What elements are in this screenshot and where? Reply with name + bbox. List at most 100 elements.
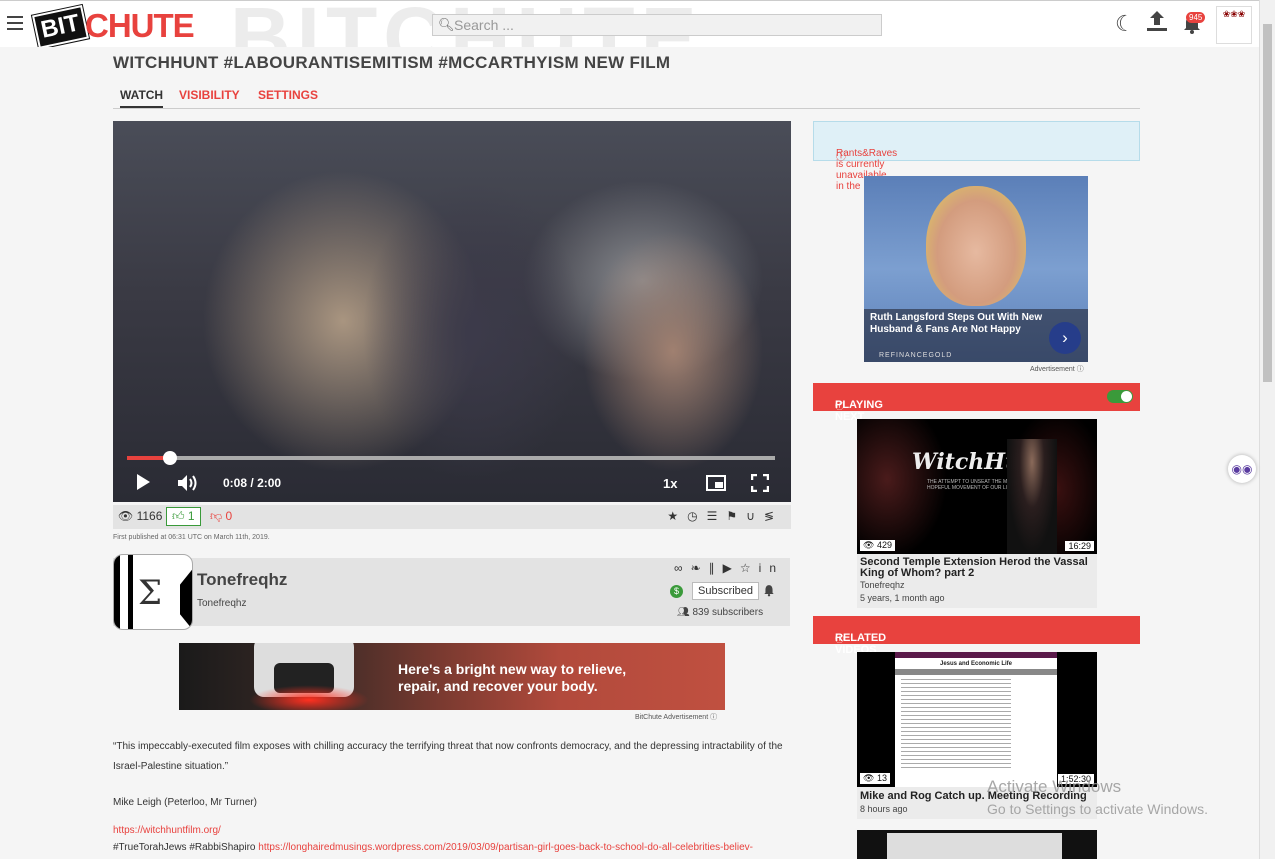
playing-next-card[interactable]: WitchHunt THE ATTEMPT TO UNSEAT THE MOST… bbox=[857, 419, 1097, 608]
link-icon[interactable]: ∞ bbox=[674, 561, 691, 575]
video-player[interactable]: 0:08 / 2:00 1x bbox=[113, 121, 791, 502]
ad-banner-text: Here's a bright new way to relieve, repa… bbox=[398, 661, 718, 695]
like-button[interactable]: 👍︎ 1 bbox=[166, 507, 201, 526]
playing-next-age: 5 years, 1 month ago bbox=[860, 593, 945, 603]
twitter-icon[interactable]: ❧ bbox=[691, 561, 709, 575]
channel-social-links: ∞❧∥▶☆in bbox=[674, 561, 784, 575]
related-video-card-next[interactable] bbox=[857, 830, 1097, 859]
top-navbar: BITCHUTE BIT CHUTE 🔍︎ Search ... ☾ 945 ❀… bbox=[0, 0, 1260, 47]
tab-watch[interactable]: WATCH bbox=[120, 88, 164, 108]
region-unavailable-alert: ⓘ Rants&Raves is currently unavailable i… bbox=[813, 121, 1140, 192]
channel-avatar-bar-mid bbox=[128, 555, 133, 629]
playing-next-channel[interactable]: Tonefreqhz bbox=[857, 579, 1097, 593]
eye-icon: 👁︎ bbox=[863, 540, 875, 550]
channel-avatar[interactable]: Σ bbox=[113, 554, 193, 630]
dark-mode-moon-icon[interactable]: ☾ bbox=[1115, 11, 1135, 37]
subscriber-count-value: 839 subscribers bbox=[692, 607, 764, 618]
youtube-icon[interactable]: ▶ bbox=[723, 561, 740, 575]
ad-info-icon[interactable]: ⓘ bbox=[710, 714, 717, 721]
dislike-button[interactable]: 👎︎ 0 bbox=[210, 509, 232, 524]
sigma-icon: Σ bbox=[138, 573, 163, 613]
ad-red-glow bbox=[249, 685, 369, 710]
related-video-thumbnail[interactable]: Jesus and Economic Life 👁︎ 13 1:52:30 bbox=[857, 652, 1097, 787]
picture-in-picture-icon[interactable] bbox=[706, 475, 726, 496]
ad-brand: REFINANCEGOLD bbox=[879, 352, 953, 359]
logo-chute: CHUTE bbox=[85, 7, 195, 44]
video-action-icons: ★◷☰⚑∪≶ bbox=[667, 509, 783, 523]
dislike-count: 0 bbox=[225, 509, 233, 523]
tip-dollar-icon[interactable]: $ bbox=[670, 585, 683, 598]
subscriber-count: 👥︎ 839 subscribers bbox=[677, 607, 763, 618]
playback-speed-button[interactable]: 1x bbox=[663, 476, 677, 491]
video-stats-bar: 👁︎ 1166 👍︎ 1 👎︎ 0 ★◷☰⚑∪≶ bbox=[113, 505, 791, 529]
thumbnail-duration: 16:29 bbox=[1065, 541, 1094, 551]
magnet-icon[interactable]: ∪ bbox=[746, 509, 764, 523]
watch-later-clock-icon[interactable]: ◷ bbox=[687, 509, 706, 523]
description-link-witchhunt[interactable]: https://witchhuntfilm.org/ bbox=[113, 825, 793, 837]
favorite-star-icon[interactable]: ★ bbox=[667, 509, 687, 523]
video-description: “This impeccably-executed film exposes w… bbox=[113, 737, 793, 859]
windows-activation-watermark: Activate Windows Go to Settings to activ… bbox=[987, 776, 1208, 820]
document-text-lines bbox=[901, 679, 1011, 769]
thumbnail-view-count-value: 13 bbox=[876, 773, 887, 783]
advertisement-info-icon[interactable]: ⓘ bbox=[1077, 366, 1084, 373]
playing-next-thumbnail[interactable]: WitchHunt THE ATTEMPT TO UNSEAT THE MOST… bbox=[857, 419, 1097, 554]
video-progress-knob[interactable] bbox=[163, 451, 178, 465]
channel-owner[interactable]: Tonefreqhz bbox=[197, 598, 246, 609]
play-icon[interactable] bbox=[135, 473, 151, 496]
lightbulb-icon[interactable]: ☆ bbox=[740, 561, 759, 575]
bitchute-logo[interactable]: BIT CHUTE bbox=[32, 5, 210, 47]
watermark-line-1: Activate Windows bbox=[987, 777, 1122, 796]
channel-name[interactable]: Tonefreqhz bbox=[197, 570, 287, 590]
flag-icon[interactable]: ⚑ bbox=[726, 509, 746, 523]
share-icon[interactable]: ≶ bbox=[764, 509, 783, 523]
document-nav-bar bbox=[895, 669, 1057, 675]
product-ad-banner[interactable]: Here's a bright new way to relieve, repa… bbox=[179, 643, 725, 710]
document-title: Jesus and Economic Life bbox=[939, 661, 1013, 667]
search-placeholder: Search ... bbox=[454, 17, 514, 33]
thumbnail-view-count-value: 429 bbox=[876, 540, 892, 550]
autoplay-toggle[interactable] bbox=[1107, 390, 1133, 403]
thumbs-up-icon: 👍︎ bbox=[172, 509, 185, 523]
ad-banner-line-1: Here's a bright new way to relieve, bbox=[398, 661, 627, 677]
search-input[interactable]: 🔍︎ Search ... bbox=[432, 14, 882, 36]
scrollbar-thumb[interactable] bbox=[1263, 24, 1272, 382]
channel-banner: Σ Tonefreqhz Tonefreqhz ∞❧∥▶☆in $ Subscr… bbox=[113, 554, 790, 630]
advertisement-label: Advertisement ⓘ bbox=[1030, 364, 1084, 374]
chat-bot-icon[interactable]: ◉◉ bbox=[1228, 455, 1256, 483]
notification-count-badge: 945 bbox=[1186, 12, 1206, 23]
tab-visibility[interactable]: VISIBILITY bbox=[179, 88, 240, 102]
ad-portrait-image bbox=[926, 186, 1026, 306]
page-scrollbar[interactable] bbox=[1259, 0, 1275, 859]
ad-caption-text: BitChute Advertisement bbox=[635, 714, 709, 721]
document-header-bar bbox=[895, 652, 1057, 658]
user-avatar[interactable]: ❀❀❀ bbox=[1216, 6, 1252, 44]
subscribed-button[interactable]: Subscribed bbox=[692, 582, 760, 600]
tab-settings[interactable]: SETTINGS bbox=[258, 88, 318, 102]
video-progress-bar[interactable] bbox=[127, 451, 775, 465]
thumbnail-view-count: 👁︎ 429 bbox=[860, 540, 895, 551]
channel-notify-bell-icon[interactable] bbox=[763, 584, 775, 600]
upload-icon[interactable] bbox=[1146, 9, 1168, 39]
chevron-right-icon[interactable]: › bbox=[1049, 322, 1081, 354]
playing-next-help-icon[interactable]: ⓘ bbox=[835, 399, 844, 412]
published-date: First published at 06:31 UTC on March 11… bbox=[113, 534, 270, 541]
description-link-blog[interactable]: https://longhairedmusings.wordpress.com/… bbox=[258, 842, 753, 853]
menu-icon[interactable] bbox=[7, 16, 23, 34]
watermark-line-2: Go to Settings to activate Windows. bbox=[987, 801, 1208, 817]
volume-icon[interactable] bbox=[177, 474, 199, 497]
eye-icon: 👁︎ bbox=[863, 773, 875, 783]
fullscreen-icon[interactable] bbox=[750, 473, 770, 497]
linkedin-icon[interactable]: in bbox=[759, 561, 784, 575]
users-icon: 👥︎ bbox=[677, 607, 690, 618]
eye-icon: 👁︎ bbox=[118, 509, 134, 523]
advertisement-label-text: Advertisement bbox=[1030, 366, 1075, 373]
related-help-icon[interactable]: ⓘ bbox=[835, 632, 844, 645]
channel-avatar-bar-right bbox=[180, 569, 192, 629]
ad-caption: BitChute Advertisement ⓘ bbox=[635, 712, 717, 722]
playlist-icon[interactable]: ☰ bbox=[707, 509, 727, 523]
sidebar-ad[interactable]: Ruth Langsford Steps Out With New Husban… bbox=[864, 176, 1088, 362]
gab-icon[interactable]: ∥ bbox=[709, 561, 723, 575]
playing-next-title[interactable]: Second Temple Extension Herod the Vassal… bbox=[857, 556, 1097, 579]
ad-headline: Ruth Langsford Steps Out With New Husban… bbox=[870, 312, 1043, 335]
